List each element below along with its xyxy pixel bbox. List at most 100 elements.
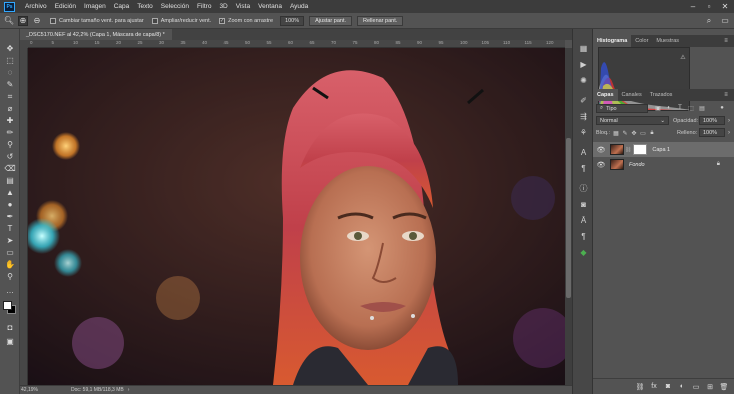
- lasso-tool-icon[interactable]: ◌: [3, 67, 17, 78]
- path-select-tool-icon[interactable]: ➤: [3, 235, 17, 246]
- tab-swatches[interactable]: Muestras: [652, 35, 683, 47]
- plugin-panel-icon[interactable]: ◆: [578, 247, 589, 258]
- layer-row-capa-1[interactable]: 👁︎ ⛓ Capa 1: [593, 142, 734, 157]
- brush-presets-icon[interactable]: ⇶: [578, 111, 589, 122]
- vertical-scrollbar[interactable]: [565, 48, 572, 385]
- filter-toggle-icon[interactable]: ●: [718, 104, 726, 112]
- vertical-ruler[interactable]: [20, 48, 28, 385]
- lock-position-icon[interactable]: ✥: [630, 129, 638, 137]
- document-size-info[interactable]: Doc: 59,1 MB/118,3 MB: [71, 387, 124, 393]
- scrubby-zoom-checkbox[interactable]: ✓ Zoom con arrastre: [219, 17, 273, 24]
- quick-select-tool-icon[interactable]: ✎: [3, 79, 17, 90]
- move-tool-icon[interactable]: ✥: [3, 43, 17, 54]
- scrollbar-thumb[interactable]: [566, 138, 571, 298]
- document-tab[interactable]: _DSC5170.NEF al 42,2% (Capa 1, Máscara d…: [20, 29, 172, 40]
- zoom-all-checkbox[interactable]: Ampliar/reducir vent.: [151, 17, 211, 24]
- layers-menu-icon[interactable]: ≡: [722, 91, 730, 99]
- zoom-in-icon[interactable]: ⊕: [18, 15, 28, 26]
- tab-channels[interactable]: Canales: [618, 89, 646, 101]
- image-canvas[interactable]: [28, 48, 565, 385]
- zoom-out-icon[interactable]: ⊖: [32, 16, 42, 26]
- visibility-eye-icon[interactable]: 👁︎: [596, 161, 606, 169]
- crop-tool-icon[interactable]: ⌗: [3, 91, 17, 102]
- panel-menu-icon[interactable]: ≡: [722, 37, 730, 45]
- adjustments-panel-icon[interactable]: ✺: [578, 75, 589, 86]
- shape-tool-icon[interactable]: ▭: [3, 247, 17, 258]
- paragraph-styles-icon[interactable]: ¶: [578, 231, 589, 242]
- horizontal-ruler[interactable]: 0 5 10 15 20 25 30 35 40 45 50 55 60 65 70 75 80 85 90 95 10…: [28, 40, 565, 48]
- maximize-icon[interactable]: ▫: [702, 0, 716, 13]
- filter-adjustment-icon[interactable]: ◐: [665, 104, 673, 112]
- new-group-icon[interactable]: ▭: [690, 382, 702, 392]
- fill-field[interactable]: 100%: [699, 128, 725, 137]
- marquee-tool-icon[interactable]: ⬚: [3, 55, 17, 66]
- close-icon[interactable]: ✕: [718, 0, 732, 13]
- minimize-icon[interactable]: –: [686, 0, 700, 13]
- ruler-origin[interactable]: [20, 40, 28, 48]
- brush-tool-icon[interactable]: ✏: [3, 127, 17, 138]
- history-brush-tool-icon[interactable]: ↺: [3, 151, 17, 162]
- clone-stamp-tool-icon[interactable]: ⚲: [3, 139, 17, 150]
- lock-artboard-icon[interactable]: ▭: [639, 129, 647, 137]
- eyedropper-tool-icon[interactable]: ⌀: [3, 103, 17, 114]
- menu-imagen[interactable]: Imagen: [80, 3, 110, 10]
- new-layer-icon[interactable]: ⊞: [704, 382, 716, 392]
- menu-seleccion[interactable]: Selección: [157, 3, 193, 10]
- status-arrow-icon[interactable]: ›: [128, 387, 130, 393]
- zoom-value-field[interactable]: 100%: [280, 15, 305, 26]
- menu-3d[interactable]: 3D: [215, 3, 231, 10]
- link-layers-icon[interactable]: ⛓: [634, 382, 646, 392]
- zoom-tool-sidebar-icon[interactable]: ⚲: [3, 271, 17, 282]
- fill-chevron-icon[interactable]: ›: [725, 129, 733, 137]
- tab-color[interactable]: Color: [631, 35, 652, 47]
- paragraph-panel-icon[interactable]: ¶: [578, 163, 589, 174]
- filter-smart-icon[interactable]: ▤: [698, 104, 706, 112]
- menu-ventana[interactable]: Ventana: [254, 3, 286, 10]
- layer-filter-select[interactable]: ⌕ Tipo: [596, 104, 648, 113]
- layer-row-fondo[interactable]: 👁︎ Fondo 🔒︎: [593, 157, 734, 172]
- dodge-tool-icon[interactable]: ●: [3, 199, 17, 210]
- photoshop-logo-icon[interactable]: Ps: [4, 1, 15, 12]
- fit-screen-button[interactable]: Ajustar pant.: [309, 15, 353, 26]
- character-panel-icon[interactable]: A: [578, 147, 589, 158]
- eraser-tool-icon[interactable]: ⌫: [3, 163, 17, 174]
- clone-source-icon[interactable]: ⚘: [578, 127, 589, 138]
- type-tool-icon[interactable]: T: [3, 223, 17, 234]
- zoom-tool-icon[interactable]: 🔍︎: [4, 16, 14, 26]
- properties-panel-icon[interactable]: ◙: [578, 199, 589, 210]
- gradient-tool-icon[interactable]: ▤: [3, 175, 17, 186]
- search-icon[interactable]: ⌕: [704, 16, 714, 26]
- menu-filtro[interactable]: Filtro: [193, 3, 215, 10]
- layer-style-icon[interactable]: fx: [648, 382, 660, 392]
- hand-tool-icon[interactable]: ✋: [3, 259, 17, 270]
- menu-edicion[interactable]: Edición: [51, 3, 80, 10]
- blend-mode-select[interactable]: Normal ⌄: [596, 116, 669, 125]
- chain-link-icon[interactable]: ⛓: [625, 147, 631, 153]
- workspace-icon[interactable]: ▭: [720, 16, 730, 26]
- add-mask-icon[interactable]: ◙: [662, 382, 674, 392]
- lock-image-icon[interactable]: ✎: [621, 129, 629, 137]
- lock-transparent-icon[interactable]: ▦: [612, 129, 620, 137]
- tab-layers[interactable]: Capas: [593, 89, 618, 101]
- menu-capa[interactable]: Capa: [110, 3, 134, 10]
- tab-histogram[interactable]: Histograma: [593, 35, 632, 47]
- tab-paths[interactable]: Trazados: [646, 89, 677, 101]
- layer-mask-thumbnail[interactable]: [633, 144, 648, 155]
- new-adjustment-icon[interactable]: ◐: [676, 382, 688, 392]
- filter-type-icon[interactable]: T: [676, 104, 684, 112]
- visibility-eye-icon[interactable]: 👁︎: [596, 146, 606, 154]
- zoom-level[interactable]: 42,19%: [21, 387, 51, 393]
- warning-icon[interactable]: ⚠: [679, 53, 687, 61]
- healing-brush-tool-icon[interactable]: ✚: [3, 115, 17, 126]
- menu-vista[interactable]: Vista: [232, 3, 254, 10]
- quick-mask-icon[interactable]: ◘: [3, 322, 17, 333]
- opacity-field[interactable]: 100%: [699, 116, 725, 125]
- menu-archivo[interactable]: Archivo: [21, 3, 51, 10]
- delete-layer-icon[interactable]: 🗑︎: [718, 382, 730, 392]
- foreground-color-swatch[interactable]: [3, 301, 12, 310]
- info-panel-icon[interactable]: ⓘ: [578, 183, 589, 194]
- menu-ayuda[interactable]: Ayuda: [286, 3, 312, 10]
- opacity-chevron-icon[interactable]: ›: [725, 117, 733, 125]
- blur-tool-icon[interactable]: ▲: [3, 187, 17, 198]
- history-panel-icon[interactable]: ▦: [578, 43, 589, 54]
